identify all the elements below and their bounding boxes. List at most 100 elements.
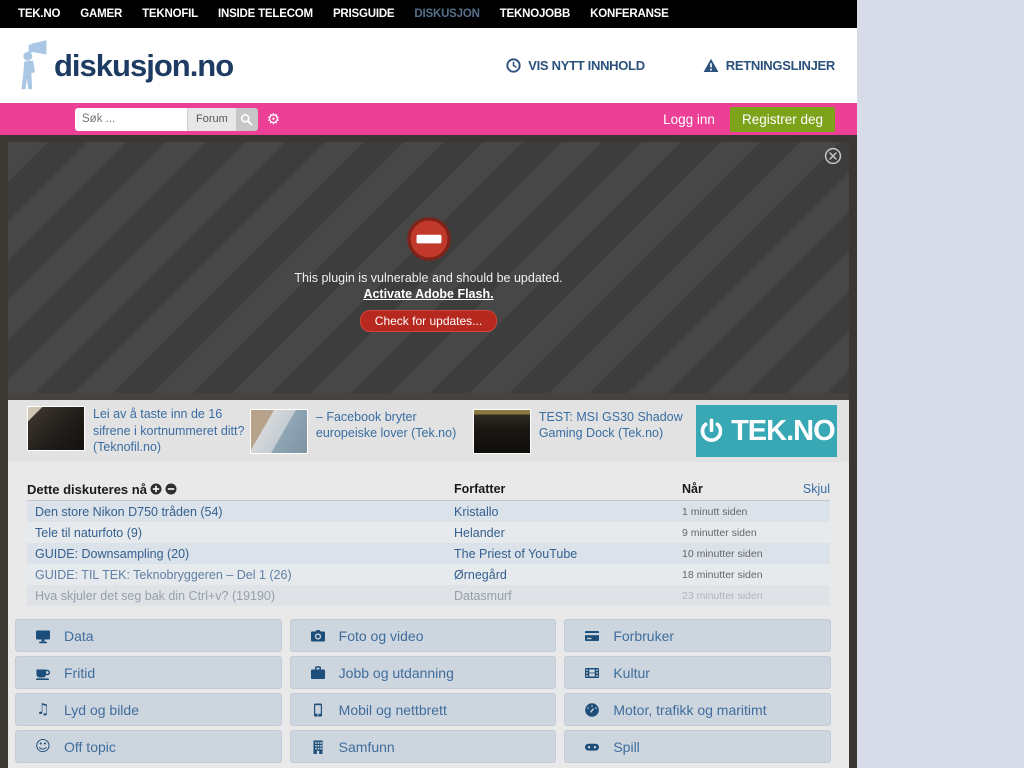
author-link[interactable]: Kristallo <box>454 505 682 519</box>
search-button[interactable] <box>235 107 258 131</box>
expand-icon[interactable] <box>150 483 162 495</box>
category-forbruker[interactable]: Forbruker <box>564 619 831 652</box>
news-thumbnail <box>249 408 308 454</box>
topnav-item-tekno[interactable]: TEK.NO <box>8 8 70 20</box>
category-mobil-og-nettbrett[interactable]: Mobil og nettbrett <box>289 693 557 726</box>
news-title[interactable]: TEST: MSI GS30 Shadow Gaming Dock (Tek.n… <box>539 409 696 443</box>
topnav-item-gamer[interactable]: GAMER <box>70 8 132 20</box>
topic-link[interactable]: Hva skjuler det seg bak din Ctrl+v? (191… <box>27 589 454 603</box>
forum-category-grid: Data Foto og video Forbruker Fritid Jobb… <box>8 619 849 763</box>
site-header: diskusjon.no VIS NYTT INNHOLD RETNINGSLI… <box>0 28 857 103</box>
news-item[interactable]: TEST: MSI GS30 Shadow Gaming Dock (Tek.n… <box>472 408 696 454</box>
building-icon <box>310 739 326 755</box>
discussion-title: Dette diskuteres nå <box>27 481 147 497</box>
author-link[interactable]: Ørnegård <box>454 568 682 582</box>
register-button[interactable]: Registrer deg <box>729 106 835 132</box>
tekno-logo-text: TEK.NO <box>731 414 836 447</box>
collapse-icon[interactable] <box>165 483 177 495</box>
category-kultur[interactable]: Kultur <box>564 656 831 689</box>
time-ago: 1 minutt siden <box>682 505 748 518</box>
tekno-logo[interactable]: TEK.NO <box>695 405 838 457</box>
topic-link[interactable]: Den store Nikon D750 tråden (54) <box>27 505 454 519</box>
hide-link[interactable]: Skjul <box>803 482 830 496</box>
search-bar: Forum ⚙ Logg inn Registrer deg <box>0 103 857 135</box>
table-row: Tele til naturfoto (9) Helander 9 minutt… <box>27 522 830 543</box>
login-link[interactable]: Logg inn <box>663 112 715 127</box>
search-icon <box>240 113 253 126</box>
category-label: Mobil og nettbrett <box>338 701 447 718</box>
topnav-item-diskusjon[interactable]: DISKUSJON <box>404 8 489 20</box>
category-spill[interactable]: Spill <box>564 730 831 763</box>
category-motor-trafikk-og-maritimt[interactable]: Motor, trafikk og maritimt <box>564 693 831 726</box>
topnav-item-inside-telecom[interactable]: INSIDE TELECOM <box>208 8 323 20</box>
clock-icon <box>506 58 521 73</box>
topnav-item-prisguide[interactable]: PRISGUIDE <box>323 8 404 20</box>
briefcase-icon <box>310 665 326 681</box>
guidelines-link[interactable]: RETNINGSLINJER <box>703 58 835 73</box>
table-row: GUIDE: TIL TEK: Teknobryggeren – Del 1 (… <box>27 564 830 585</box>
search-settings-gear-icon[interactable]: ⚙ <box>267 111 280 127</box>
news-item[interactable]: – Facebook bryter europeiske lover (Tek.… <box>249 408 473 454</box>
category-label: Spill <box>613 738 640 755</box>
guidelines-label: RETNINGSLINJER <box>725 58 836 73</box>
news-thumbnail <box>472 408 531 454</box>
search-scope-button[interactable]: Forum <box>187 107 236 131</box>
topnav-item-teknojobb[interactable]: TEKNOJOBB <box>490 8 580 20</box>
author-link[interactable]: Datasmurf <box>454 589 682 603</box>
monitor-icon <box>35 628 51 644</box>
auth-links: Logg inn Registrer deg <box>663 106 835 132</box>
author-link[interactable]: Helander <box>454 526 682 540</box>
mobile-icon <box>310 702 326 718</box>
topic-link[interactable]: GUIDE: Downsampling (20) <box>27 547 454 561</box>
blocked-plugin-area: This plugin is vulnerable and should be … <box>8 142 849 393</box>
top-nav: TEK.NO GAMER TEKNOFIL INSIDE TELECOM PRI… <box>0 0 857 28</box>
author-link[interactable]: The Priest of YouTube <box>454 547 682 561</box>
category-samfunn[interactable]: Samfunn <box>289 730 557 763</box>
browser-window: TEK.NO GAMER TEKNOFIL INSIDE TELECOM PRI… <box>0 0 857 768</box>
gauge-icon <box>584 702 600 718</box>
time-ago: 9 minutter siden <box>682 526 757 539</box>
logo-text: diskusjon.no <box>54 47 234 83</box>
category-label: Fritid <box>64 664 96 681</box>
desktop-background: TEK.NO GAMER TEKNOFIL INSIDE TELECOM PRI… <box>0 0 1024 768</box>
time-ago: 23 minutter siden <box>682 589 763 602</box>
coffee-icon <box>35 665 51 681</box>
warning-triangle-icon <box>703 58 719 73</box>
category-label: Lyd og bilde <box>64 701 139 718</box>
category-label: Data <box>64 627 94 644</box>
gamepad-icon <box>584 739 600 755</box>
category-label: Jobb og utdanning <box>338 664 454 681</box>
topnav-item-konferanse[interactable]: KONFERANSE <box>580 8 679 20</box>
column-header-when: Når <box>682 482 703 496</box>
category-fritid[interactable]: Fritid <box>15 656 282 689</box>
divider <box>8 393 849 400</box>
category-jobb-og-utdanning[interactable]: Jobb og utdanning <box>289 656 557 689</box>
search-input[interactable] <box>75 107 187 131</box>
close-icon[interactable] <box>824 147 842 165</box>
power-icon <box>698 417 725 445</box>
news-title[interactable]: – Facebook bryter europeiske lover (Tek.… <box>316 409 473 443</box>
topic-link[interactable]: Tele til naturfoto (9) <box>27 526 454 540</box>
site-logo[interactable]: diskusjon.no <box>18 39 234 92</box>
credit-card-icon <box>584 628 600 644</box>
category-lyd-og-bilde[interactable]: ♫ Lyd og bilde <box>15 693 282 726</box>
category-data[interactable]: Data <box>15 619 282 652</box>
discussion-header-row: Dette diskuteres nå Forfatter Når Skjul <box>27 478 830 501</box>
activate-flash-link[interactable]: Activate Adobe Flash. <box>363 287 493 301</box>
music-icon: ♫ <box>36 700 50 718</box>
discussion-now-section: Dette diskuteres nå Forfatter Når Skjul <box>8 478 849 606</box>
time-ago: 10 minutter siden <box>682 547 763 560</box>
category-label: Kultur <box>613 664 650 681</box>
news-item[interactable]: Lei av å taste inn de 16 sifrene i kortn… <box>27 405 250 457</box>
check-updates-button[interactable]: Check for updates... <box>359 310 498 332</box>
plugin-vulnerable-message: This plugin is vulnerable and should be … <box>294 271 563 285</box>
topnav-item-teknofil[interactable]: TEKNOFIL <box>132 8 208 20</box>
category-foto-og-video[interactable]: Foto og video <box>289 619 557 652</box>
category-off-topic[interactable]: ☺ Off topic <box>15 730 282 763</box>
column-header-author: Forfatter <box>454 482 506 496</box>
category-label: Foto og video <box>338 627 424 644</box>
show-new-content-link[interactable]: VIS NYTT INNHOLD <box>506 58 645 73</box>
news-title[interactable]: Lei av å taste inn de 16 sifrene i kortn… <box>93 406 250 457</box>
category-label: Motor, trafikk og maritimt <box>613 701 767 718</box>
topic-link[interactable]: GUIDE: TIL TEK: Teknobryggeren – Del 1 (… <box>27 568 454 582</box>
